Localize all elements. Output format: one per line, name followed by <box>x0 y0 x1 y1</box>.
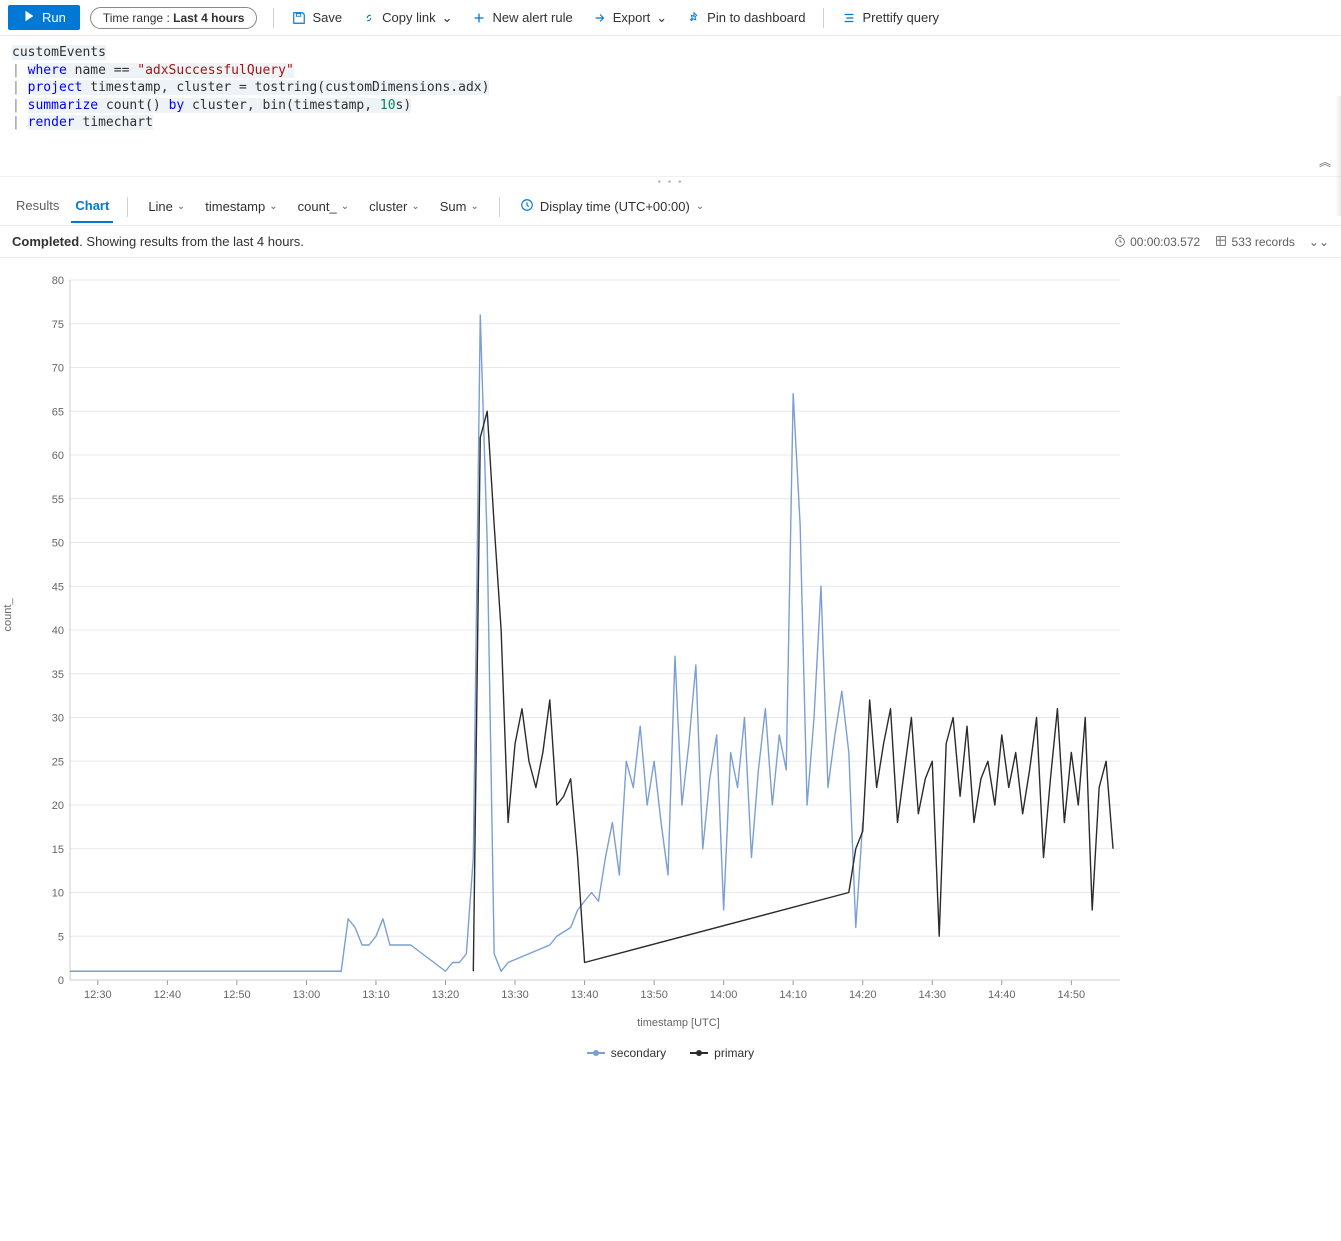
save-button[interactable]: Save <box>284 6 350 29</box>
svg-text:40: 40 <box>52 625 64 637</box>
copy-link-label: Copy link <box>382 10 435 25</box>
svg-text:13:10: 13:10 <box>362 989 390 1001</box>
status-text: Completed. Showing results from the last… <box>12 234 304 249</box>
y-axis-dropdown[interactable]: count_⌄ <box>292 195 355 218</box>
chart-area[interactable]: count_ 0 5 10 15 20 25 30 35 40 45 50 55 60 65 70 75 80 1… <box>0 258 1341 1038</box>
run-label: Run <box>42 10 66 25</box>
svg-text:50: 50 <box>52 538 64 550</box>
export-label: Export <box>613 10 651 25</box>
svg-text:13:40: 13:40 <box>571 989 599 1001</box>
svg-text:14:20: 14:20 <box>849 989 877 1001</box>
svg-text:12:40: 12:40 <box>154 989 182 1001</box>
legend-swatch-primary <box>690 1052 708 1054</box>
svg-text:14:10: 14:10 <box>779 989 807 1001</box>
svg-text:5: 5 <box>58 931 64 943</box>
svg-text:25: 25 <box>52 756 64 768</box>
export-button[interactable]: Export ⌄ <box>585 6 675 30</box>
chart-type-dropdown[interactable]: Line⌄ <box>142 195 191 218</box>
svg-text:60: 60 <box>52 450 64 462</box>
new-alert-label: New alert rule <box>492 10 572 25</box>
time-range-value: Last 4 hours <box>173 11 244 25</box>
svg-text:14:50: 14:50 <box>1058 989 1086 1001</box>
records-badge: 533 records <box>1214 234 1295 249</box>
svg-text:10: 10 <box>52 888 64 900</box>
expand-icon[interactable]: ⌄⌄ <box>1309 235 1329 249</box>
scroll-shadow <box>1335 96 1341 216</box>
svg-text:14:30: 14:30 <box>918 989 946 1001</box>
prettify-button[interactable]: Prettify query <box>834 6 947 29</box>
time-range-label: Time range : <box>103 11 173 25</box>
link-icon <box>362 11 376 25</box>
chevron-down-icon: ⌄ <box>442 10 453 26</box>
chevron-down-icon: ⌄ <box>341 201 349 212</box>
svg-text:12:50: 12:50 <box>223 989 251 1001</box>
display-time-dropdown[interactable]: Display time (UTC+00:00) ⌄ <box>514 194 710 219</box>
separator <box>823 8 824 28</box>
chevron-down-icon: ⌄ <box>656 10 667 26</box>
svg-text:70: 70 <box>52 363 64 375</box>
svg-text:15: 15 <box>52 844 64 856</box>
svg-text:35: 35 <box>52 669 64 681</box>
svg-text:45: 45 <box>52 581 64 593</box>
separator <box>499 197 500 217</box>
svg-text:75: 75 <box>52 319 64 331</box>
save-label: Save <box>312 10 342 25</box>
x-axis-dropdown[interactable]: timestamp⌄ <box>199 195 283 218</box>
svg-text:13:50: 13:50 <box>640 989 668 1001</box>
split-dropdown[interactable]: cluster⌄ <box>363 195 426 218</box>
toolbar: Run Time range : Last 4 hours Save Copy … <box>0 0 1341 36</box>
collapse-editor-icon[interactable]: ︽ <box>1319 154 1331 170</box>
agg-dropdown[interactable]: Sum⌄ <box>434 195 485 218</box>
status-bar: Completed. Showing results from the last… <box>0 226 1341 258</box>
result-tabs: Results Chart Line⌄ timestamp⌄ count_⌄ c… <box>0 188 1341 226</box>
svg-text:20: 20 <box>52 800 64 812</box>
timechart[interactable]: 0 5 10 15 20 25 30 35 40 45 50 55 60 65 70 75 80 12:30 12:… <box>30 270 1130 1010</box>
chevron-down-icon: ⌄ <box>696 201 704 212</box>
play-icon <box>22 9 36 26</box>
query-editor[interactable]: customEvents | where name == "adxSuccess… <box>0 36 1341 176</box>
svg-text:30: 30 <box>52 713 64 725</box>
svg-text:0: 0 <box>58 975 64 987</box>
chevron-down-icon: ⌄ <box>471 201 479 212</box>
svg-text:14:40: 14:40 <box>988 989 1016 1001</box>
copy-link-button[interactable]: Copy link ⌄ <box>354 6 460 30</box>
legend-item-secondary[interactable]: secondary <box>587 1046 666 1060</box>
legend: secondary primary <box>0 1038 1341 1074</box>
pin-label: Pin to dashboard <box>707 10 805 25</box>
svg-text:80: 80 <box>52 275 64 287</box>
chevron-down-icon: ⌄ <box>411 201 419 212</box>
new-alert-button[interactable]: New alert rule <box>464 6 580 29</box>
save-icon <box>292 11 306 25</box>
svg-text:13:00: 13:00 <box>293 989 321 1001</box>
legend-item-primary[interactable]: primary <box>690 1046 754 1060</box>
chevron-down-icon: ⌄ <box>269 201 277 212</box>
duration-badge: 00:00:03.572 <box>1113 234 1200 249</box>
pin-icon <box>687 11 701 25</box>
svg-text:65: 65 <box>52 406 64 418</box>
export-icon <box>593 11 607 25</box>
svg-text:12:30: 12:30 <box>84 989 112 1001</box>
resize-handle[interactable]: • • • <box>0 176 1341 188</box>
time-range-pill[interactable]: Time range : Last 4 hours <box>90 7 258 29</box>
separator <box>127 197 128 217</box>
x-axis-label: timestamp [UTC] <box>24 1017 1333 1029</box>
chevron-down-icon: ⌄ <box>177 201 185 212</box>
clock-icon <box>520 198 534 215</box>
svg-text:13:30: 13:30 <box>501 989 529 1001</box>
separator <box>273 8 274 28</box>
tab-results[interactable]: Results <box>12 190 63 223</box>
svg-text:55: 55 <box>52 494 64 506</box>
prettify-icon <box>842 11 856 25</box>
pin-button[interactable]: Pin to dashboard <box>679 6 813 29</box>
query-line-1: customEvents <box>12 45 106 60</box>
prettify-label: Prettify query <box>862 10 939 25</box>
legend-swatch-secondary <box>587 1052 605 1054</box>
svg-text:14:00: 14:00 <box>710 989 738 1001</box>
y-axis-label: count_ <box>2 598 14 631</box>
run-button[interactable]: Run <box>8 5 80 30</box>
plus-icon <box>472 11 486 25</box>
tab-chart[interactable]: Chart <box>71 190 113 223</box>
svg-text:13:20: 13:20 <box>432 989 460 1001</box>
